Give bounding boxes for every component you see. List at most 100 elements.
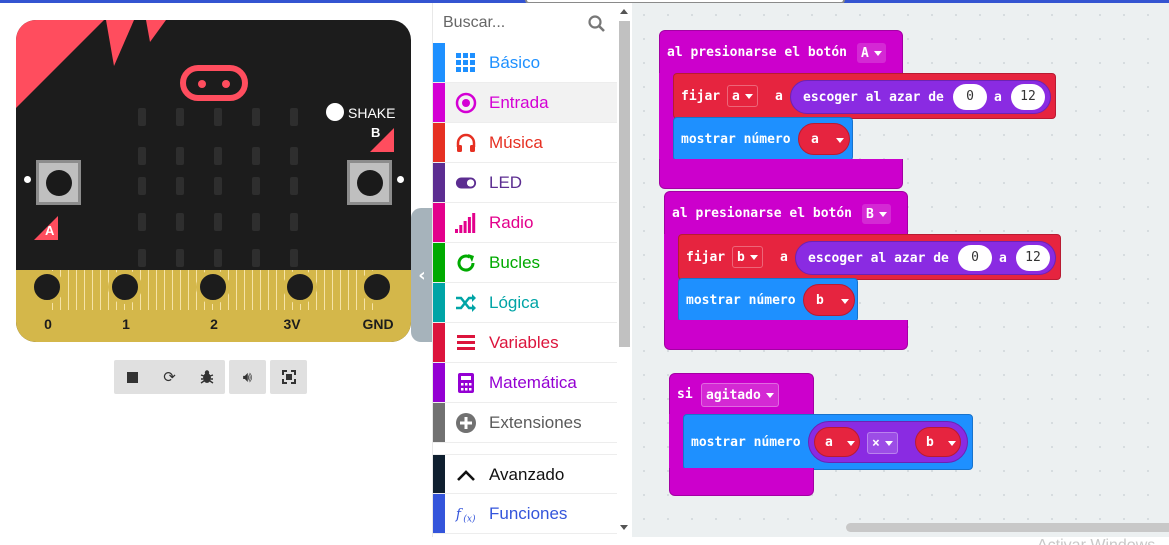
category-led[interactable]: LED [433,163,617,203]
collapse-simulator-button[interactable]: ‹ [411,208,433,342]
activation-watermark: Activar Windows [1037,537,1155,545]
pin-2[interactable] [196,270,230,304]
plus-circle-icon [455,412,477,434]
random-number-block[interactable]: escoger al azar de 0 a 12 [790,80,1051,114]
led-cell [252,177,260,195]
toolbox-scrollbar[interactable] [619,9,630,535]
category-radio[interactable]: Radio [433,203,617,243]
category-matematica[interactable]: Matemática [433,363,617,403]
category-extensiones[interactable]: Extensiones [433,403,617,443]
scroll-up-arrow[interactable] [620,9,628,14]
multiply-block[interactable]: a × b [808,421,968,463]
show-number-block[interactable]: mostrar número a [673,117,853,161]
category-label: Entrada [489,93,549,112]
category-bucles[interactable]: Bucles [433,243,617,283]
button-b[interactable] [347,160,392,205]
set-label: fijar [681,89,721,104]
edge-finger [84,270,85,310]
random-number-block[interactable]: escoger al azar de 0 a 12 [795,241,1056,275]
pin-0[interactable] [30,270,64,304]
side-indicator-dot [24,176,31,183]
variable-dropdown[interactable]: a [727,85,758,107]
category-color-bar [433,43,445,82]
min-value-input[interactable]: 0 [953,84,987,110]
blocks-workspace[interactable]: al presionarse el botón A fijar a a esco… [632,3,1169,537]
led-cell [214,108,222,126]
pin-1[interactable] [108,270,142,304]
scrollbar-thumb[interactable] [619,21,630,347]
grid-icon [455,52,477,74]
led-cell [214,177,222,195]
category-variables[interactable]: Variables [433,323,617,363]
min-value-input[interactable]: 0 [958,245,992,271]
scroll-down-arrow[interactable] [620,525,628,530]
search-input[interactable] [443,11,583,35]
set-variable-block[interactable]: fijar a a escoger al azar de 0 a 12 [673,73,1056,119]
led-cell [290,177,298,195]
mute-button[interactable]: 🔊︎ [229,360,266,394]
edge-finger [340,270,341,310]
event-header[interactable]: al presionarse el botón A [659,30,903,75]
operator-dropdown[interactable]: × [867,432,898,454]
edge-finger [188,270,189,310]
variable-reporter[interactable]: b [803,284,855,316]
button-a[interactable] [36,160,81,205]
category-label: Básico [489,53,541,72]
led-cell [290,213,298,231]
function-icon: f (x) [455,503,477,525]
category-basico[interactable]: Básico [433,43,617,83]
simulator-panel: SHAKE A B 0 1 2 3V GND ⟳ 🔊︎ [0,3,432,537]
button-dropdown[interactable]: B [862,204,891,224]
show-number-block[interactable]: mostrar número a × b [683,414,973,470]
debug-button[interactable] [188,360,225,394]
and-label: a [994,90,1002,105]
edge-finger [100,270,101,310]
pin-3v[interactable] [283,270,317,304]
max-value-input[interactable]: 12 [1011,84,1045,110]
gesture-dropdown[interactable]: agitado [701,383,779,407]
event-footer [659,159,903,189]
led-cell [176,177,184,195]
category-musica[interactable]: Música [433,123,617,163]
category-entrada[interactable]: Entrada [433,83,617,123]
fullscreen-button[interactable] [270,360,307,394]
led-cell [138,249,146,267]
category-label: Funciones [489,504,568,523]
led-cell [214,249,222,267]
show-number-block[interactable]: mostrar número b [678,278,858,322]
max-value-input[interactable]: 12 [1016,245,1050,271]
category-funciones[interactable]: f (x) Funciones [433,494,617,534]
edge-finger [260,270,261,310]
shake-button[interactable] [326,103,344,121]
pin-label: 0 [44,316,52,332]
stop-button[interactable] [114,360,151,394]
variable-dropdown[interactable]: b [732,246,763,268]
search-icon[interactable] [587,14,607,34]
button-dropdown[interactable]: A [857,43,886,63]
variable-reporter[interactable]: a [798,123,850,155]
category-logica[interactable]: Lógica [433,283,617,323]
chevron-up-icon [455,464,477,486]
target-icon [455,92,477,114]
led-cell [176,108,184,126]
category-color-bar [433,363,445,402]
microbit-logo[interactable] [180,65,248,101]
led-cell [252,108,260,126]
set-variable-block[interactable]: fijar b a escoger al azar de 0 a 12 [678,234,1061,280]
category-color-bar [433,494,445,533]
category-color-bar [433,123,445,162]
category-avanzado[interactable]: Avanzado [433,454,617,494]
restart-button[interactable]: ⟳ [151,360,188,394]
gesture-dropdown-value: agitado [706,387,761,403]
event-header[interactable]: si agitado [669,373,814,416]
workspace-horizontal-scrollbar[interactable] [846,523,1169,532]
variable-reporter[interactable]: a [814,427,860,457]
category-color-bar [433,83,445,122]
variable-reporter[interactable]: b [915,427,961,457]
pin-gnd[interactable] [360,270,394,304]
category-label: Radio [489,213,534,232]
bug-icon [200,370,213,384]
button-b-label: B [371,125,381,140]
event-header[interactable]: al presionarse el botón B [664,191,908,236]
if-label: si [677,387,693,402]
